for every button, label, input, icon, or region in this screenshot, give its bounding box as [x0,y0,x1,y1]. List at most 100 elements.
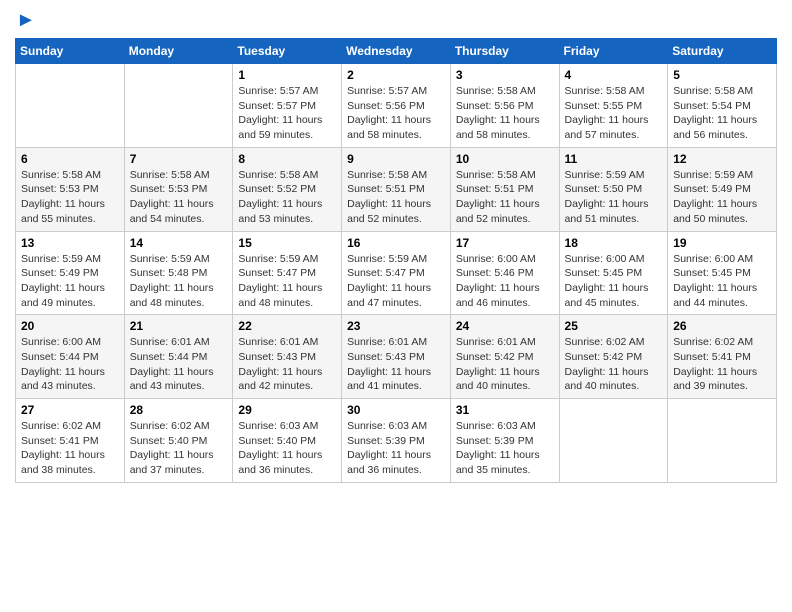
calendar-day-cell: 22 Sunrise: 6:01 AM Sunset: 5:43 PM Dayli… [233,315,342,399]
day-info: Sunrise: 6:02 AM Sunset: 5:42 PM Dayligh… [565,335,663,394]
calendar-day-cell: 18Sunrise: 6:00 AM Sunset: 5:45 PM Dayli… [559,231,668,315]
calendar-week-1: 1 Sunrise: 5:57 AM Sunset: 5:57 PM Daylig… [16,64,777,148]
day-number: 3 [456,68,554,82]
calendar-day-cell: 3 Sunrise: 5:58 AM Sunset: 5:56 PM Daylig… [450,64,559,148]
day-number: 15 [238,236,336,250]
calendar-day-cell: 31 Sunrise: 6:03 AM Sunset: 5:39 PM Dayli… [450,399,559,483]
day-info: Sunrise: 5:58 AM Sunset: 5:53 PM Dayligh… [130,168,228,227]
day-info: Sunrise: 6:00 AM Sunset: 5:46 PM Dayligh… [456,252,554,311]
day-number: 22 [238,319,336,333]
day-number: 20 [21,319,119,333]
calendar-week-4: 20Sunrise: 6:00 AM Sunset: 5:44 PM Dayli… [16,315,777,399]
day-number: 28 [130,403,228,417]
calendar-day-cell: 13Sunrise: 5:59 AM Sunset: 5:49 PM Dayli… [16,231,125,315]
calendar-day-cell: 16 Sunrise: 5:59 AM Sunset: 5:47 PM Dayli… [342,231,451,315]
calendar-day-cell: 14 Sunrise: 5:59 AM Sunset: 5:48 PM Dayli… [124,231,233,315]
day-number: 10 [456,152,554,166]
weekday-header-row: SundayMondayTuesdayWednesdayThursdayFrid… [16,39,777,64]
day-number: 1 [238,68,336,82]
day-number: 29 [238,403,336,417]
day-number: 24 [456,319,554,333]
calendar-day-cell: 9 Sunrise: 5:58 AM Sunset: 5:51 PM Daylig… [342,147,451,231]
day-info: Sunrise: 6:01 AM Sunset: 5:42 PM Dayligh… [456,335,554,394]
day-info: Sunrise: 6:03 AM Sunset: 5:39 PM Dayligh… [347,419,445,478]
page-header: ► [15,10,777,30]
calendar-day-cell: 26 Sunrise: 6:02 AM Sunset: 5:41 PM Dayli… [668,315,777,399]
day-info: Sunrise: 5:58 AM Sunset: 5:52 PM Dayligh… [238,168,336,227]
day-number: 23 [347,319,445,333]
calendar-week-2: 6 Sunrise: 5:58 AM Sunset: 5:53 PM Daylig… [16,147,777,231]
day-number: 2 [347,68,445,82]
calendar-day-cell: 5 Sunrise: 5:58 AM Sunset: 5:54 PM Daylig… [668,64,777,148]
calendar-day-cell: 30 Sunrise: 6:03 AM Sunset: 5:39 PM Dayli… [342,399,451,483]
day-info: Sunrise: 5:57 AM Sunset: 5:57 PM Dayligh… [238,84,336,143]
day-number: 9 [347,152,445,166]
weekday-header-sunday: Sunday [16,39,125,64]
day-info: Sunrise: 6:03 AM Sunset: 5:40 PM Dayligh… [238,419,336,478]
day-number: 19 [673,236,771,250]
day-number: 14 [130,236,228,250]
day-info: Sunrise: 5:59 AM Sunset: 5:49 PM Dayligh… [673,168,771,227]
calendar-day-cell: 23 Sunrise: 6:01 AM Sunset: 5:43 PM Dayli… [342,315,451,399]
calendar-day-cell: 25 Sunrise: 6:02 AM Sunset: 5:42 PM Dayli… [559,315,668,399]
day-info: Sunrise: 6:01 AM Sunset: 5:43 PM Dayligh… [347,335,445,394]
calendar-day-cell: 12Sunrise: 5:59 AM Sunset: 5:49 PM Dayli… [668,147,777,231]
calendar-day-cell: 29 Sunrise: 6:03 AM Sunset: 5:40 PM Dayli… [233,399,342,483]
day-info: Sunrise: 5:58 AM Sunset: 5:54 PM Dayligh… [673,84,771,143]
day-number: 30 [347,403,445,417]
calendar-day-cell: 24 Sunrise: 6:01 AM Sunset: 5:42 PM Dayli… [450,315,559,399]
day-info: Sunrise: 5:59 AM Sunset: 5:47 PM Dayligh… [238,252,336,311]
day-number: 17 [456,236,554,250]
calendar-day-cell: 27Sunrise: 6:02 AM Sunset: 5:41 PM Dayli… [16,399,125,483]
calendar-day-cell: 4Sunrise: 5:58 AM Sunset: 5:55 PM Daylig… [559,64,668,148]
calendar-day-cell: 8 Sunrise: 5:58 AM Sunset: 5:52 PM Daylig… [233,147,342,231]
day-number: 21 [130,319,228,333]
day-number: 25 [565,319,663,333]
day-info: Sunrise: 6:02 AM Sunset: 5:41 PM Dayligh… [21,419,119,478]
day-number: 5 [673,68,771,82]
calendar-day-cell: 6 Sunrise: 5:58 AM Sunset: 5:53 PM Daylig… [16,147,125,231]
calendar-day-cell: 2 Sunrise: 5:57 AM Sunset: 5:56 PM Daylig… [342,64,451,148]
day-info: Sunrise: 6:01 AM Sunset: 5:43 PM Dayligh… [238,335,336,394]
day-number: 6 [21,152,119,166]
weekday-header-saturday: Saturday [668,39,777,64]
calendar-day-cell: 20Sunrise: 6:00 AM Sunset: 5:44 PM Dayli… [16,315,125,399]
weekday-header-thursday: Thursday [450,39,559,64]
day-number: 8 [238,152,336,166]
calendar-day-cell [668,399,777,483]
day-info: Sunrise: 5:58 AM Sunset: 5:51 PM Dayligh… [347,168,445,227]
weekday-header-wednesday: Wednesday [342,39,451,64]
weekday-header-monday: Monday [124,39,233,64]
day-info: Sunrise: 6:03 AM Sunset: 5:39 PM Dayligh… [456,419,554,478]
calendar-day-cell: 19 Sunrise: 6:00 AM Sunset: 5:45 PM Dayli… [668,231,777,315]
day-info: Sunrise: 5:59 AM Sunset: 5:48 PM Dayligh… [130,252,228,311]
day-info: Sunrise: 6:02 AM Sunset: 5:40 PM Dayligh… [130,419,228,478]
weekday-header-tuesday: Tuesday [233,39,342,64]
day-info: Sunrise: 6:02 AM Sunset: 5:41 PM Dayligh… [673,335,771,394]
day-info: Sunrise: 5:58 AM Sunset: 5:55 PM Dayligh… [565,84,663,143]
day-number: 11 [565,152,663,166]
logo: ► [15,10,36,30]
calendar-table: SundayMondayTuesdayWednesdayThursdayFrid… [15,38,777,483]
day-info: Sunrise: 5:59 AM Sunset: 5:49 PM Dayligh… [21,252,119,311]
calendar-day-cell [124,64,233,148]
calendar-day-cell: 17 Sunrise: 6:00 AM Sunset: 5:46 PM Dayli… [450,231,559,315]
day-number: 16 [347,236,445,250]
day-number: 26 [673,319,771,333]
calendar-day-cell [16,64,125,148]
day-number: 31 [456,403,554,417]
day-info: Sunrise: 5:57 AM Sunset: 5:56 PM Dayligh… [347,84,445,143]
day-info: Sunrise: 6:00 AM Sunset: 5:45 PM Dayligh… [565,252,663,311]
calendar-day-cell: 28 Sunrise: 6:02 AM Sunset: 5:40 PM Dayli… [124,399,233,483]
day-info: Sunrise: 5:58 AM Sunset: 5:56 PM Dayligh… [456,84,554,143]
day-info: Sunrise: 5:59 AM Sunset: 5:47 PM Dayligh… [347,252,445,311]
calendar-day-cell: 15 Sunrise: 5:59 AM Sunset: 5:47 PM Dayli… [233,231,342,315]
weekday-header-friday: Friday [559,39,668,64]
day-info: Sunrise: 6:01 AM Sunset: 5:44 PM Dayligh… [130,335,228,394]
day-info: Sunrise: 5:58 AM Sunset: 5:53 PM Dayligh… [21,168,119,227]
day-info: Sunrise: 6:00 AM Sunset: 5:45 PM Dayligh… [673,252,771,311]
calendar-day-cell: 7Sunrise: 5:58 AM Sunset: 5:53 PM Daylig… [124,147,233,231]
logo-chevron-icon: ► [16,10,36,30]
calendar-day-cell [559,399,668,483]
day-info: Sunrise: 5:58 AM Sunset: 5:51 PM Dayligh… [456,168,554,227]
